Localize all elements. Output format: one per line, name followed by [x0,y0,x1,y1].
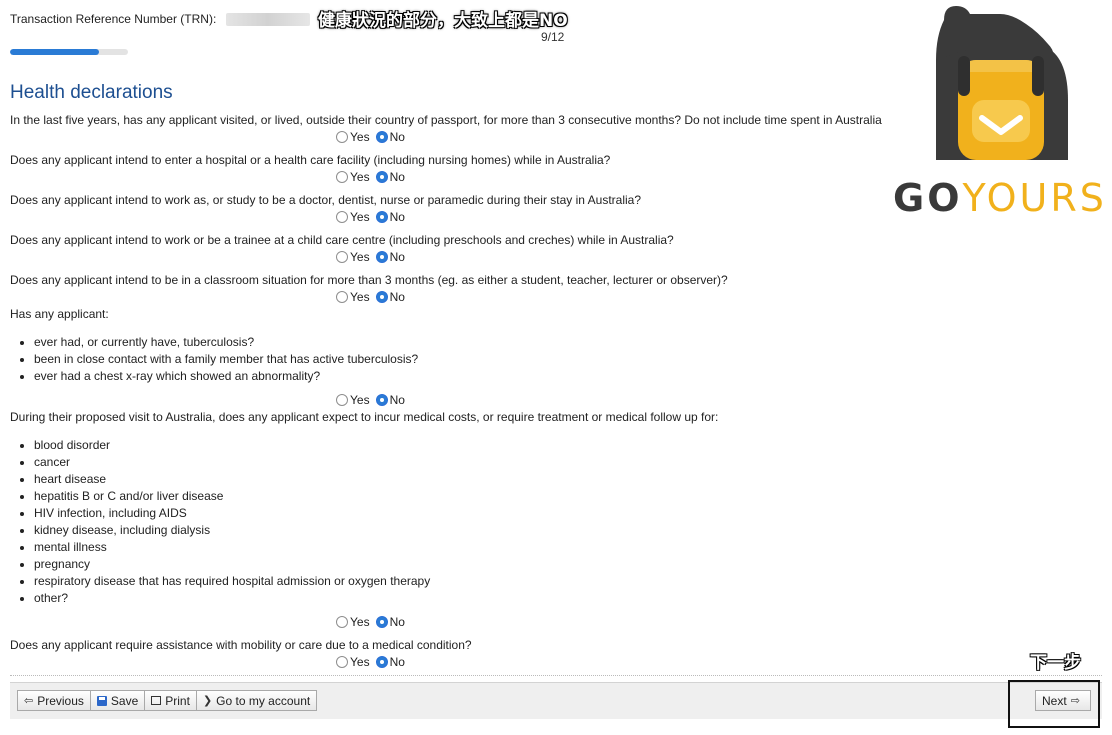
radio-group: Yes No [336,290,411,304]
print-button[interactable]: Print [144,690,197,711]
radio-no-label: No [389,393,405,407]
radio-yes-label: Yes [350,655,370,669]
annotation-next: 下一步 [1030,653,1081,673]
radio-yes-label: Yes [350,210,370,224]
radio-no-label: No [389,290,405,304]
question-text: Does any applicant intend to enter a hos… [10,153,611,167]
radio-no-selected[interactable] [375,171,388,183]
logo-text-go: GO [893,176,963,220]
page-counter: 9/12 [541,30,565,44]
previous-button[interactable]: ⇦ Previous [17,690,91,711]
floppy-disk-icon [96,695,107,706]
arrow-right-icon: ⇨ [1070,695,1080,707]
radio-no-label: No [389,130,405,144]
question-text: In the last five years, has any applican… [10,113,882,127]
radio-group: Yes No [336,615,411,629]
list-item: respiratory disease that has required ho… [34,573,430,590]
radio-no-label: No [389,250,405,264]
question-text: Does any applicant intend to be in a cla… [10,273,728,287]
radio-yes[interactable] [336,171,348,183]
footer-toolbar: ⇦ Previous Save Print ❯ Go to my account [10,682,1102,719]
radio-no-selected[interactable] [375,291,388,303]
radio-yes[interactable] [336,656,348,668]
question-text: Has any applicant: [10,307,109,321]
arrow-left-icon: ⇦ [24,695,34,707]
radio-yes-label: Yes [350,393,370,407]
list-item: ever had, or currently have, tuberculosi… [34,334,418,351]
radio-yes-label: Yes [350,130,370,144]
progress-fill [10,49,99,55]
next-label: Next [1042,693,1067,708]
bullet-list: ever had, or currently have, tuberculosi… [18,334,418,385]
list-item: kidney disease, including dialysis [34,522,430,539]
list-item: hepatitis B or C and/or liver disease [34,488,430,505]
radio-no-label: No [389,615,405,629]
list-item: other? [34,590,430,607]
account-label: Go to my account [216,693,311,708]
footer-button-group: ⇦ Previous Save Print ❯ Go to my account [17,690,318,711]
progress-bar [10,49,128,55]
radio-group: Yes No [336,210,411,224]
previous-label: Previous [37,693,84,708]
section-title: Health declarations [10,82,173,103]
radio-group: Yes No [336,655,411,669]
bullet-list: blood disorder cancer heart disease hepa… [18,437,430,607]
list-item: been in close contact with a family memb… [34,351,418,368]
radio-yes[interactable] [336,251,348,263]
goyours-logo-text: GOYOURS [893,176,1107,220]
go-to-account-button[interactable]: ❯ Go to my account [195,690,318,711]
radio-no-selected[interactable] [375,251,388,263]
list-item: mental illness [34,539,430,556]
radio-yes-label: Yes [350,290,370,304]
print-label: Print [165,693,190,708]
divider [10,675,1102,676]
radio-yes[interactable] [336,211,348,223]
radio-no-label: No [389,655,405,669]
radio-yes-label: Yes [350,615,370,629]
radio-no-selected[interactable] [375,211,388,223]
question-text: Does any applicant intend to work or be … [10,233,674,247]
radio-yes[interactable] [336,616,348,628]
list-item: ever had a chest x-ray which showed an a… [34,368,418,385]
radio-yes-label: Yes [350,250,370,264]
goyours-logo-bear-icon [936,6,1068,160]
list-item: blood disorder [34,437,430,454]
radio-no-selected[interactable] [375,616,388,628]
radio-no-label: No [389,170,405,184]
question-text: Does any applicant intend to work as, or… [10,193,642,207]
trn-row: Transaction Reference Number (TRN): [10,12,310,27]
radio-no-selected[interactable] [375,394,388,406]
trn-value-redacted [225,13,310,27]
chevron-right-icon: ❯ [202,695,213,707]
question-text: During their proposed visit to Australia… [10,410,719,424]
radio-no-label: No [389,210,405,224]
radio-group: Yes No [336,170,411,184]
save-label: Save [110,693,139,708]
next-button[interactable]: Next ⇨ [1035,690,1091,711]
radio-yes-label: Yes [350,170,370,184]
list-item: cancer [34,454,430,471]
list-item: pregnancy [34,556,430,573]
radio-group: Yes No [336,250,411,264]
radio-group: Yes No [336,393,411,407]
radio-no-selected[interactable] [375,131,388,143]
printer-icon [151,696,162,705]
list-item: heart disease [34,471,430,488]
annotation-top: 健康狀況的部分，大致上都是NO [318,11,568,31]
list-item: HIV infection, including AIDS [34,505,430,522]
radio-yes[interactable] [336,131,348,143]
question-text: Does any applicant require assistance wi… [10,638,472,652]
radio-yes[interactable] [336,291,348,303]
save-button[interactable]: Save [89,690,146,711]
radio-group: Yes No [336,130,411,144]
radio-yes[interactable] [336,394,348,406]
trn-label: Transaction Reference Number (TRN): [10,12,217,26]
logo-text-yours: YOURS [962,176,1107,220]
radio-no-selected[interactable] [375,656,388,668]
